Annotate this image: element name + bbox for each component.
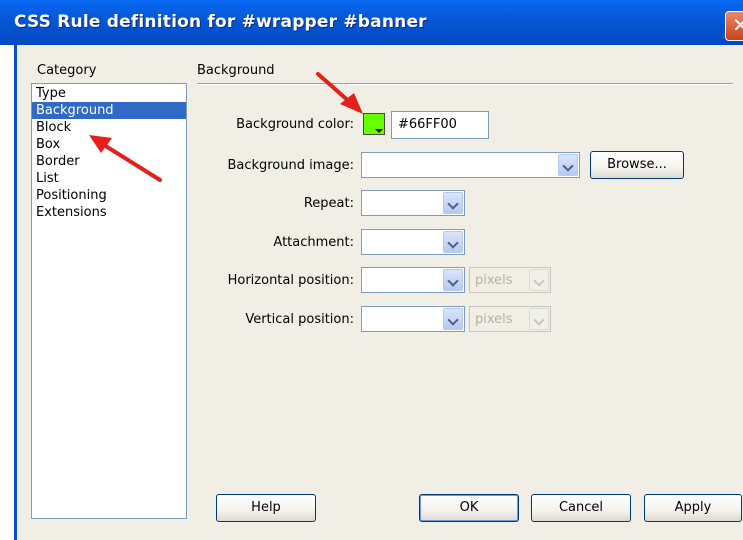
arrow-to-background-category xyxy=(89,135,162,182)
arrow-to-color-swatch xyxy=(316,72,363,114)
annotation-arrows xyxy=(89,72,363,182)
